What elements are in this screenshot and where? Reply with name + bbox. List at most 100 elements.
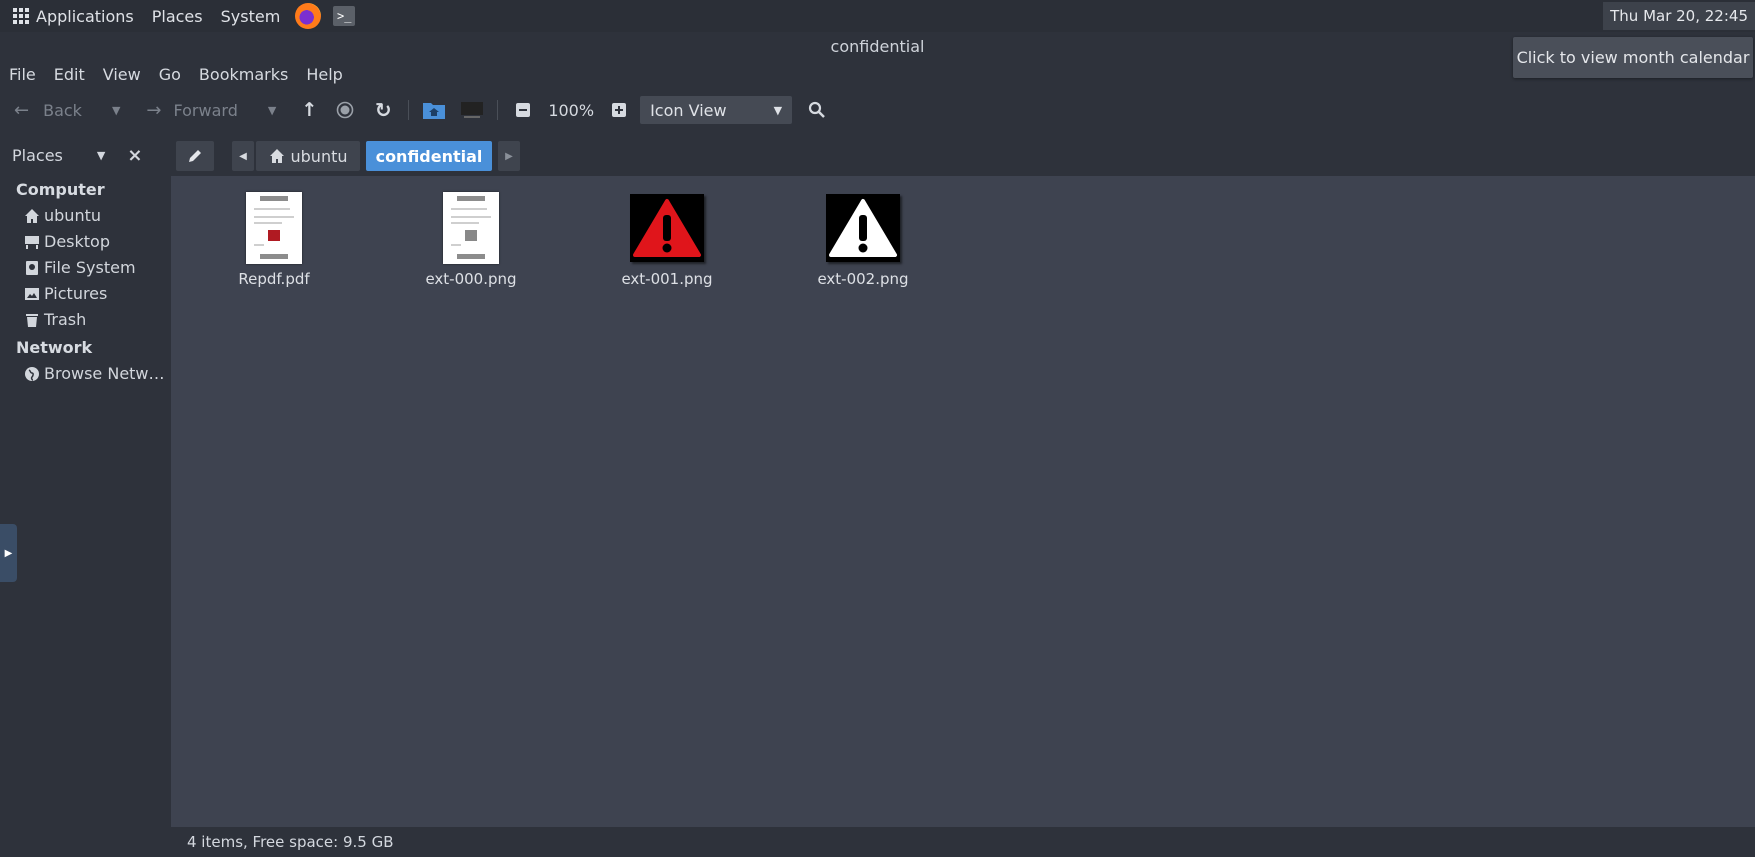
menu-help[interactable]: Help xyxy=(297,65,351,84)
status-bar: 4 items, Free space: 9.5 GB xyxy=(171,827,1755,857)
sidebar: Places ▼ × Computer ubuntu Desktop File … xyxy=(0,136,170,857)
places-menu[interactable]: Places xyxy=(143,0,212,32)
stop-icon xyxy=(337,101,354,119)
menu-bar: File Edit View Go Bookmarks Help xyxy=(0,62,352,86)
drive-icon xyxy=(24,260,40,276)
file-item[interactable]: ext-001.png xyxy=(592,188,742,288)
play-arrow-icon: ▶ xyxy=(4,547,13,559)
pictures-icon xyxy=(24,286,40,302)
path-bar: ◀ ubuntu confidential ▶ xyxy=(171,136,1755,176)
sidebar-item-pictures[interactable]: Pictures xyxy=(24,284,107,303)
chevron-right-icon: ▶ xyxy=(505,150,513,162)
red-warning-icon xyxy=(627,188,707,268)
toolbar-separator xyxy=(497,100,499,120)
chevron-left-icon: ◀ xyxy=(239,150,247,162)
zoom-out-button[interactable] xyxy=(508,95,538,125)
computer-button[interactable] xyxy=(457,95,487,125)
menu-view[interactable]: View xyxy=(94,65,150,84)
sidebar-item-label: ubuntu xyxy=(44,206,101,225)
forward-button[interactable]: → Forward xyxy=(146,95,237,125)
file-item[interactable]: Repdf.pdf xyxy=(199,188,349,288)
status-text: 4 items, Free space: 9.5 GB xyxy=(187,833,394,851)
home-folder-icon xyxy=(423,103,446,119)
clock[interactable]: Thu Mar 20, 22:45 xyxy=(1603,2,1755,30)
sidebar-type-dropdown[interactable]: ▼ xyxy=(97,149,105,162)
path-scroll-left[interactable]: ◀ xyxy=(232,141,254,171)
menu-file[interactable]: File xyxy=(0,65,45,84)
file-name: Repdf.pdf xyxy=(238,270,310,288)
home-icon xyxy=(24,208,40,224)
back-button[interactable]: ← Back xyxy=(14,95,82,125)
arrow-right-icon: → xyxy=(146,99,162,121)
back-history-dropdown[interactable]: ▼ xyxy=(112,95,120,125)
pdf-thumbnail-icon xyxy=(234,188,314,268)
toolbar: ← Back ▼ → Forward ▼ ↑ ↻ 100% Icon View … xyxy=(0,92,1755,128)
arrow-up-icon: ↑ xyxy=(301,99,318,121)
edit-location-button[interactable] xyxy=(176,141,214,171)
document-thumbnail-icon xyxy=(431,188,511,268)
home-icon xyxy=(269,149,284,163)
sidebar-item-browse-network[interactable]: Browse Netw… xyxy=(24,364,165,383)
applications-label: Applications xyxy=(36,6,134,26)
globe-icon xyxy=(24,366,40,382)
file-name: ext-000.png xyxy=(425,270,517,288)
file-item[interactable]: ext-000.png xyxy=(396,188,546,288)
trash-icon xyxy=(24,312,40,328)
file-item[interactable]: ext-002.png xyxy=(788,188,938,288)
search-icon xyxy=(808,101,825,118)
back-label: Back xyxy=(43,100,82,120)
crumb-ubuntu[interactable]: ubuntu xyxy=(256,141,360,171)
path-scroll-right[interactable]: ▶ xyxy=(498,141,520,171)
sidebar-item-label: Browse Netw… xyxy=(44,364,165,383)
window-title-bar: confidential xyxy=(0,32,1755,62)
sidebar-item-label: File System xyxy=(44,258,136,277)
zoom-level[interactable]: 100% xyxy=(548,95,594,125)
forward-history-dropdown[interactable]: ▼ xyxy=(268,95,276,125)
sidebar-item-ubuntu[interactable]: ubuntu xyxy=(24,206,101,225)
menu-go[interactable]: Go xyxy=(150,65,190,84)
menu-edit[interactable]: Edit xyxy=(45,65,94,84)
view-mode-label: Icon View xyxy=(650,100,727,120)
search-button[interactable] xyxy=(802,95,832,125)
pencil-icon xyxy=(189,150,201,162)
top-panel: Applications Places System >_ Thu Mar 20… xyxy=(0,0,1755,33)
stop-button[interactable] xyxy=(330,95,360,125)
computer-icon xyxy=(461,102,484,118)
dropdown-arrow-icon: ▼ xyxy=(267,103,277,117)
system-menu[interactable]: System xyxy=(212,0,290,32)
window-title: confidential xyxy=(830,37,925,56)
file-icon-view[interactable]: Repdf.pdf ext-000.png ext-001.png ext-00… xyxy=(171,176,1755,827)
toolbar-separator xyxy=(408,100,410,120)
sidebar-item-desktop[interactable]: Desktop xyxy=(24,232,110,251)
zoom-in-button[interactable] xyxy=(604,95,634,125)
app-grid-icon xyxy=(13,8,29,24)
firefox-icon[interactable] xyxy=(295,3,322,29)
file-name: ext-001.png xyxy=(621,270,713,288)
section-network: Network xyxy=(16,338,93,357)
zoom-in-icon xyxy=(612,103,627,117)
file-name: ext-002.png xyxy=(817,270,909,288)
crumb-confidential[interactable]: confidential xyxy=(366,141,492,171)
view-mode-select[interactable]: Icon View ▼ xyxy=(640,96,793,124)
up-button[interactable]: ↑ xyxy=(294,95,324,125)
dropdown-arrow-icon: ▼ xyxy=(111,103,121,117)
white-warning-icon xyxy=(823,188,903,268)
sidebar-item-trash[interactable]: Trash xyxy=(24,310,86,329)
sidebar-header: Places ▼ × xyxy=(0,136,170,174)
sidebar-item-file-system[interactable]: File System xyxy=(24,258,136,277)
sidebar-collapse-handle[interactable]: ▶ xyxy=(0,524,17,582)
close-icon[interactable]: × xyxy=(127,145,142,166)
zoom-out-icon xyxy=(516,103,531,117)
applications-menu[interactable]: Applications xyxy=(0,0,143,32)
home-folder-button[interactable] xyxy=(419,95,449,125)
section-computer: Computer xyxy=(16,180,105,199)
dropdown-arrow-icon: ▼ xyxy=(773,103,783,117)
calendar-tooltip: Click to view month calendar xyxy=(1513,37,1753,78)
sidebar-item-label: Desktop xyxy=(44,232,110,251)
menu-bookmarks[interactable]: Bookmarks xyxy=(190,65,297,84)
sidebar-title: Places xyxy=(12,145,63,165)
reload-button[interactable]: ↻ xyxy=(368,95,398,125)
arrow-left-icon: ← xyxy=(14,99,30,121)
desktop-icon xyxy=(24,234,40,250)
terminal-icon[interactable]: >_ xyxy=(333,6,356,26)
